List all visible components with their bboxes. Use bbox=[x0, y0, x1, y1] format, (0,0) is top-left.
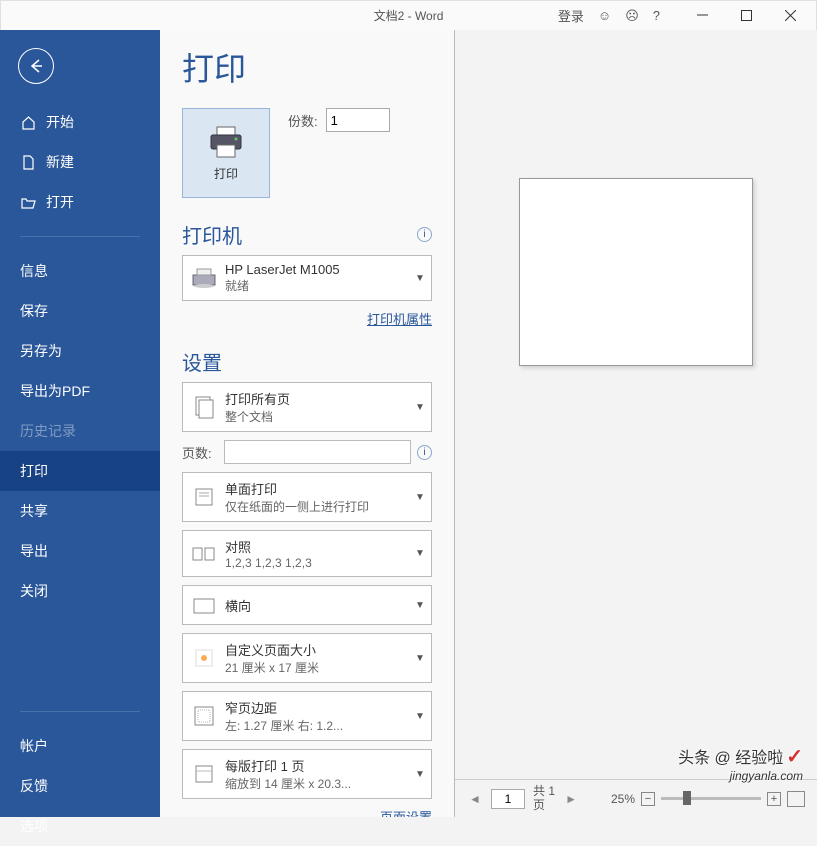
page-size-icon bbox=[191, 645, 217, 671]
divider bbox=[20, 236, 140, 237]
zoom-value: 25% bbox=[611, 792, 635, 806]
sidebar-item-share[interactable]: 共享 bbox=[0, 491, 160, 531]
chevron-down-icon: ▼ bbox=[413, 653, 427, 664]
print-settings-panel: 打印 打印 份数: 打印机 i bbox=[160, 30, 455, 817]
info-icon[interactable]: i bbox=[417, 227, 432, 242]
sidebar-label: 新建 bbox=[46, 152, 74, 172]
settings-section-title: 设置 bbox=[182, 347, 222, 376]
sidebar-item-home[interactable]: 开始 bbox=[0, 102, 160, 142]
page-setup-link[interactable]: 页面设置 bbox=[380, 810, 432, 817]
preview-footer: ◄ 共 1页 ► 25% − + bbox=[455, 779, 817, 817]
minimize-button[interactable] bbox=[680, 2, 724, 30]
pages-input[interactable] bbox=[224, 440, 411, 464]
sidebar-item-export-pdf[interactable]: 导出为PDF bbox=[0, 371, 160, 411]
copies-label: 份数: bbox=[288, 111, 318, 130]
titlebar: 文档2 - Word 登录 ☺ ☹ ? bbox=[0, 0, 817, 30]
sidebar-item-feedback[interactable]: 反馈 bbox=[0, 766, 160, 806]
page-single-icon bbox=[191, 484, 217, 510]
page-total: 共 1页 bbox=[533, 785, 555, 811]
sidebar-item-account[interactable]: 帐户 bbox=[0, 726, 160, 766]
print-button-label: 打印 bbox=[214, 165, 238, 182]
orientation-dropdown[interactable]: 横向 ▼ bbox=[182, 585, 432, 625]
sidebar-item-save[interactable]: 保存 bbox=[0, 291, 160, 331]
home-icon bbox=[20, 114, 36, 130]
window-title: 文档2 - Word bbox=[374, 7, 444, 24]
zoom-fit-button[interactable] bbox=[787, 791, 805, 807]
duplex-dropdown[interactable]: 单面打印仅在纸面的一侧上进行打印 ▼ bbox=[182, 472, 432, 522]
back-button[interactable] bbox=[18, 48, 54, 84]
page-preview bbox=[519, 178, 753, 366]
chevron-down-icon: ▼ bbox=[413, 492, 427, 503]
zoom-out-button[interactable]: − bbox=[641, 792, 655, 806]
face-frown-icon[interactable]: ☹ bbox=[625, 8, 639, 24]
printer-section-title: 打印机 bbox=[182, 220, 242, 249]
sidebar-item-saveas[interactable]: 另存为 bbox=[0, 331, 160, 371]
sidebar-item-print[interactable]: 打印 bbox=[0, 451, 160, 491]
margins-icon bbox=[191, 703, 217, 729]
zoom-in-button[interactable]: + bbox=[767, 792, 781, 806]
sidebar-item-export[interactable]: 导出 bbox=[0, 531, 160, 571]
login-button[interactable]: 登录 bbox=[558, 6, 584, 25]
face-smile-icon[interactable]: ☺ bbox=[598, 8, 611, 23]
print-button[interactable]: 打印 bbox=[182, 108, 270, 198]
sidebar-item-close[interactable]: 关闭 bbox=[0, 571, 160, 611]
preview-canvas bbox=[455, 30, 817, 779]
titlebar-right: 登录 ☺ ☹ ? bbox=[558, 2, 812, 30]
printer-icon bbox=[207, 125, 245, 159]
printer-properties-link[interactable]: 打印机属性 bbox=[367, 312, 432, 327]
zoom-slider[interactable] bbox=[661, 797, 761, 800]
sheet-icon bbox=[191, 761, 217, 787]
margins-dropdown[interactable]: 窄页边距左: 1.27 厘米 右: 1.2... ▼ bbox=[182, 691, 432, 741]
pages-icon bbox=[191, 394, 217, 420]
next-page-button[interactable]: ► bbox=[563, 789, 579, 809]
chevron-down-icon: ▼ bbox=[413, 548, 427, 559]
printer-dropdown[interactable]: HP LaserJet M1005 就绪 ▼ bbox=[182, 255, 432, 301]
printer-name: HP LaserJet M1005 bbox=[225, 262, 413, 277]
page-size-dropdown[interactable]: 自定义页面大小21 厘米 x 17 厘米 ▼ bbox=[182, 633, 432, 683]
chevron-down-icon: ▼ bbox=[413, 711, 427, 722]
printer-status: 就绪 bbox=[225, 277, 413, 294]
chevron-down-icon: ▼ bbox=[413, 769, 427, 780]
print-preview-panel: ◄ 共 1页 ► 25% − + 头条 @ 经验啦✓ jingyanla.com bbox=[455, 30, 817, 817]
pages-label: 页数: bbox=[182, 443, 218, 462]
prev-page-button[interactable]: ◄ bbox=[467, 789, 483, 809]
info-icon[interactable]: i bbox=[417, 445, 432, 460]
page-number-input[interactable] bbox=[491, 789, 525, 809]
page-title: 打印 bbox=[182, 44, 432, 90]
divider bbox=[20, 711, 140, 712]
copies-input[interactable] bbox=[326, 108, 390, 132]
sidebar-item-open[interactable]: 打开 bbox=[0, 182, 160, 222]
folder-open-icon bbox=[20, 194, 36, 210]
collate-icon bbox=[191, 541, 217, 567]
chevron-down-icon: ▼ bbox=[413, 402, 427, 413]
chevron-down-icon: ▼ bbox=[413, 600, 427, 611]
sidebar-item-history: 历史记录 bbox=[0, 411, 160, 451]
backstage-sidebar: 开始 新建 打开 信息 保存 另存为 导出为PDF 历史记录 打印 共享 导出 … bbox=[0, 30, 160, 817]
file-icon bbox=[20, 154, 36, 170]
sidebar-label: 打开 bbox=[46, 192, 74, 212]
landscape-icon bbox=[191, 592, 217, 618]
sidebar-item-new[interactable]: 新建 bbox=[0, 142, 160, 182]
maximize-button[interactable] bbox=[724, 2, 768, 30]
collate-dropdown[interactable]: 对照1,2,3 1,2,3 1,2,3 ▼ bbox=[182, 530, 432, 577]
sidebar-item-info[interactable]: 信息 bbox=[0, 251, 160, 291]
help-button[interactable]: ? bbox=[653, 8, 660, 23]
pages-per-sheet-dropdown[interactable]: 每版打印 1 页缩放到 14 厘米 x 20.3... ▼ bbox=[182, 749, 432, 799]
chevron-down-icon: ▼ bbox=[413, 273, 427, 284]
print-range-dropdown[interactable]: 打印所有页整个文档 ▼ bbox=[182, 382, 432, 432]
close-button[interactable] bbox=[768, 2, 812, 30]
printer-device-icon bbox=[191, 265, 217, 291]
sidebar-item-options[interactable]: 选项 bbox=[0, 806, 160, 846]
sidebar-label: 开始 bbox=[46, 112, 74, 132]
